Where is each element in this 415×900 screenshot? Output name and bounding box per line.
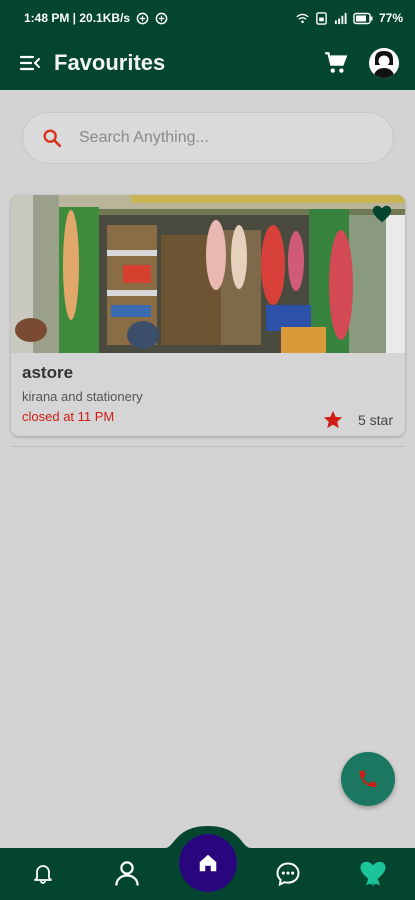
bell-icon	[34, 865, 52, 884]
phone-icon	[359, 770, 377, 788]
status-bar: 1:48 PM | 20.1KB/s 77%	[0, 0, 415, 36]
store-category: kirana and stationery	[22, 389, 143, 404]
heart-icon	[360, 861, 386, 886]
rating-label: 5 star	[357, 412, 393, 428]
person-icon	[115, 861, 139, 886]
page-title: Favourites	[54, 50, 166, 75]
signal-icon	[334, 12, 347, 24]
nav-home[interactable]	[179, 834, 237, 892]
avatar-icon	[369, 48, 399, 78]
search-bar[interactable]	[22, 112, 394, 164]
divider	[11, 446, 405, 447]
nav-favourites[interactable]	[356, 856, 390, 890]
sync-icon	[136, 12, 149, 24]
store-name: astore	[22, 363, 74, 382]
nav-notifications[interactable]	[28, 858, 58, 888]
status-time: 1:48 PM | 20.1KB/s	[24, 11, 131, 25]
sim-icon	[316, 11, 327, 25]
shop-photo	[11, 195, 405, 353]
nav-profile[interactable]	[110, 856, 144, 890]
store-status: closed at 11 PM	[22, 409, 115, 424]
search-icon	[43, 129, 62, 148]
battery-icon	[353, 12, 373, 24]
wifi-icon	[296, 13, 309, 23]
bottom-navigation	[0, 822, 415, 900]
store-rating: 5 star	[322, 409, 393, 431]
sync-icon	[155, 12, 168, 24]
battery-level: 77%	[378, 11, 403, 25]
favourite-heart-icon[interactable]	[371, 203, 393, 225]
app-bar: Favourites	[0, 36, 415, 90]
menu-collapse-icon[interactable]	[18, 51, 42, 75]
call-button[interactable]	[341, 752, 395, 806]
cart-icon[interactable]	[323, 50, 349, 76]
nav-chat[interactable]	[272, 858, 304, 890]
home-icon	[199, 854, 217, 872]
chat-icon	[276, 862, 300, 887]
user-avatar[interactable]	[369, 48, 399, 78]
store-card[interactable]: astore kirana and stationery closed at 1…	[11, 195, 405, 436]
star-icon	[323, 410, 343, 429]
search-input[interactable]	[79, 129, 375, 147]
